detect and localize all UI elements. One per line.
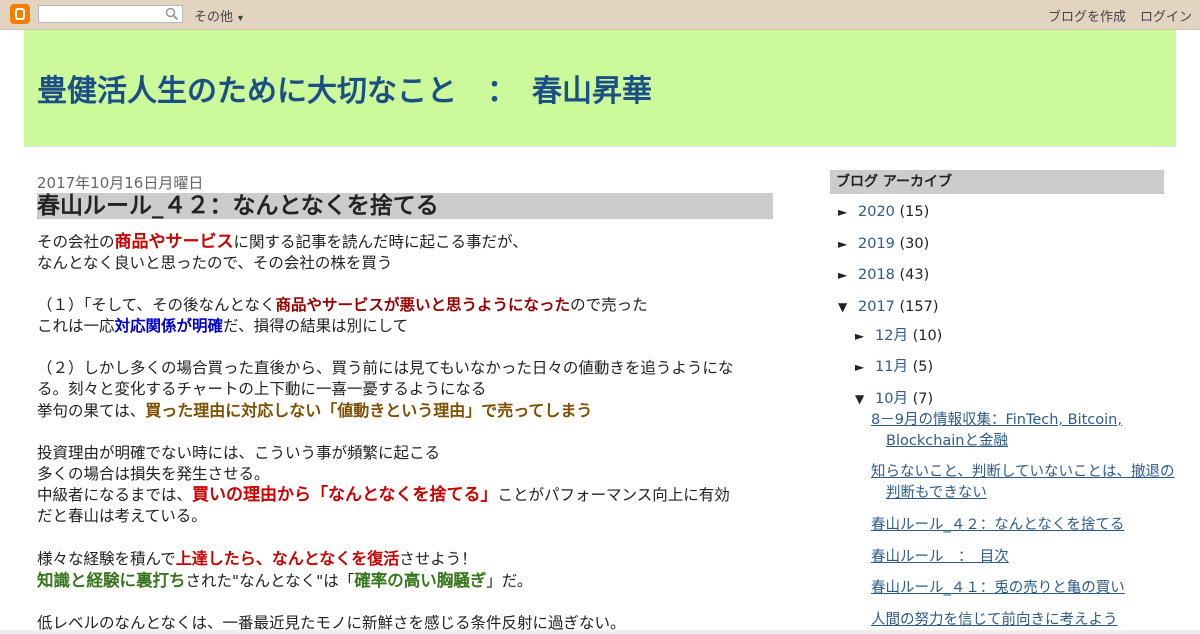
post-body: その会社の商品やサービスに関する記事を読んだ時に起こる事だが、 なんとなく良いと… [37,232,767,634]
expand-arrow-icon[interactable]: ► [855,329,875,343]
archive-year-2017: ▼ 2017 (157) [838,299,939,315]
paragraph: その会社の商品やサービスに関する記事を読んだ時に起こる事だが、 なんとなく良いと… [37,232,528,272]
expand-arrow-icon[interactable]: ► [855,360,875,374]
expand-arrow-icon[interactable]: ► [838,237,858,251]
blogger-navbar: その他 ▼ ブログを作成 ログイン [0,0,1200,30]
archive-post-link[interactable]: 春山ルール_４１：兎の売りと亀の買い [871,578,1176,599]
create-blog-link[interactable]: ブログを作成 [1048,6,1126,25]
blogger-logo-icon[interactable] [10,4,30,24]
archive-month-11: ► 11月 (5) [855,359,934,375]
blog-title[interactable]: 豊健活人生のために大切なこと ： 春山昇華 [37,66,652,110]
post-title[interactable]: 春山ルール_４２：なんとなくを捨てる [37,193,773,219]
archive-month-link[interactable]: 12月 [875,328,908,344]
archive-year-2019: ► 2019 (30) [838,236,930,252]
more-label: その他 [194,9,234,24]
paragraph: （２）しかし多くの場合買った直後から、買う前には見てもいなかった日々の値動きを追… [37,359,734,420]
archive-post-link[interactable]: 春山ルール ： 目次 [871,547,1176,568]
collapse-arrow-icon[interactable]: ▼ [838,300,858,314]
archive-year-link[interactable]: 2019 [858,236,895,252]
archive-month-10: ▼ 10月 (7) [855,391,934,407]
archive-post-link[interactable]: 8－9月の情報収集：FinTech, Bitcoin, Blockchainと金… [871,410,1176,452]
chevron-down-icon: ▼ [236,13,245,23]
archive-year-2020: ► 2020 (15) [838,204,930,220]
collapse-arrow-icon[interactable]: ▼ [855,392,875,406]
archive-widget-title: ブログ アーカイブ [830,170,1164,194]
paragraph: 投資理由が明確でない時には、こういう事が頻繁に起こる 多くの場合は損失を発生させ… [37,444,730,525]
archive-month-link[interactable]: 11月 [875,359,908,375]
login-link[interactable]: ログイン [1140,6,1192,25]
paragraph: （１）「そして、その後なんとなく商品やサービスが悪いと思うようになったので売った… [37,296,648,335]
post-date: 2017年10月16日月曜日 [37,174,204,192]
paragraph: 様々な経験を積んで上達したら、なんとなくを復活させよう！ 知識と経験に裏打ちされ… [37,549,533,590]
archive-year-link[interactable]: 2017 [858,299,895,315]
archive-month-12: ► 12月 (10) [855,328,943,344]
archive-year-link[interactable]: 2020 [858,204,895,220]
archive-post-link[interactable]: 知らないこと、判断していないことは、撤退の判断もできない [871,462,1176,504]
expand-arrow-icon[interactable]: ► [838,268,858,282]
archive-year-2018: ► 2018 (43) [838,267,930,283]
archive-month-link[interactable]: 10月 [875,391,908,407]
archive-post-link[interactable]: 人間の努力を信じて前向きに考えよう [871,610,1176,631]
more-menu[interactable]: その他 ▼ [194,6,245,25]
archive-post-link[interactable]: 春山ルール_４２：なんとなくを捨てる [871,515,1176,536]
blog-header: 豊健活人生のために大切なこと ： 春山昇華 [24,30,1176,147]
paragraph: 低レベルのなんとなくは、一番最近見たモノに新鮮さを感じる条件反射に過ぎない。 [37,614,626,632]
archive-year-link[interactable]: 2018 [858,267,895,283]
expand-arrow-icon[interactable]: ► [838,205,858,219]
search-icon[interactable] [165,7,179,21]
search-input[interactable] [38,5,183,23]
